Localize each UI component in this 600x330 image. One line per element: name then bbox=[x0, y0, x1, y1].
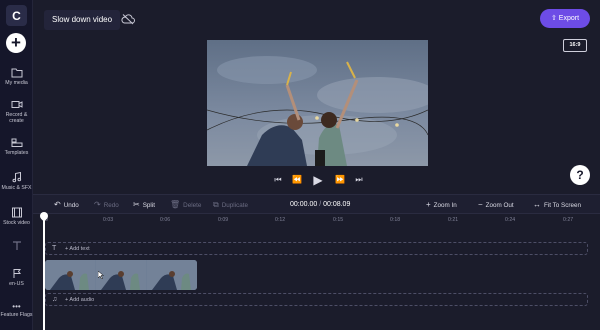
music-icon bbox=[12, 172, 21, 183]
sidebar-item-stock-video[interactable]: Stock video bbox=[0, 207, 33, 226]
fast-forward-button[interactable]: ⏩ bbox=[333, 173, 347, 187]
fit-to-screen-label: Fit To Screen bbox=[544, 202, 581, 209]
delete-button[interactable]: 🗑 Delete bbox=[170, 195, 201, 215]
redo-label: Redo bbox=[103, 202, 119, 209]
upload-icon: ⇧ bbox=[550, 15, 559, 22]
music-note-icon: ♫ bbox=[52, 296, 58, 303]
ruler-tick: 0:09 bbox=[218, 217, 229, 223]
ruler-tick: 0:24 bbox=[505, 217, 516, 223]
cloud-sync-icon bbox=[121, 14, 135, 25]
sidebar-item-label: My media bbox=[5, 80, 28, 86]
ruler-tick: 0:27 bbox=[563, 217, 574, 223]
sidebar-item-record[interactable]: Record & create bbox=[0, 99, 33, 124]
sidebar-item-my-media[interactable]: My media bbox=[0, 67, 33, 86]
undo-icon: ↶ bbox=[54, 200, 61, 209]
add-text-label: + Add text bbox=[65, 246, 90, 252]
clip-thumbnails bbox=[45, 260, 197, 290]
rewind-icon: ⏪ bbox=[292, 175, 302, 184]
zoom-in-label: Zoom In bbox=[433, 202, 457, 209]
app-logo[interactable]: C bbox=[6, 5, 27, 26]
add-audio-track[interactable]: ♫ + Add audio bbox=[45, 293, 588, 306]
redo-button[interactable]: ↷ Redo bbox=[94, 195, 119, 215]
add-text-track[interactable]: T + Add text bbox=[45, 242, 588, 255]
video-clip[interactable] bbox=[45, 260, 197, 290]
play-icon: ▶ bbox=[313, 173, 323, 187]
current-time: 00:00.00 bbox=[290, 201, 318, 208]
zoom-out-label: Zoom Out bbox=[485, 202, 514, 209]
fit-to-screen-button[interactable]: ↔ Fit To Screen bbox=[533, 195, 581, 215]
ruler-tick: 0:15 bbox=[333, 217, 344, 223]
duplicate-button[interactable]: ⧉ Duplicate bbox=[213, 195, 248, 215]
split-label: Split bbox=[142, 202, 155, 209]
zoom-out-button[interactable]: − Zoom Out bbox=[478, 195, 514, 215]
flag-icon bbox=[13, 269, 21, 278]
redo-icon: ↷ bbox=[94, 200, 101, 209]
scissors-icon: ✂ bbox=[133, 200, 140, 209]
sidebar-item-label: Music & SFX bbox=[1, 185, 32, 191]
sidebar-item-label: Record & create bbox=[5, 112, 28, 124]
sidebar-item-templates[interactable]: Templates bbox=[0, 137, 33, 156]
more-icon: ••• bbox=[12, 302, 21, 311]
fit-icon: ↔ bbox=[533, 200, 541, 209]
time-display: 00:00.00 / 00:08.09 bbox=[290, 195, 350, 215]
duplicate-label: Duplicate bbox=[221, 202, 248, 209]
video-preview[interactable] bbox=[207, 40, 428, 166]
add-media-button[interactable]: + bbox=[6, 33, 26, 53]
logo-letter: C bbox=[12, 8, 21, 23]
video-frame-image bbox=[207, 40, 428, 166]
sidebar-item-label: Templates bbox=[4, 150, 29, 156]
duplicate-icon: ⧉ bbox=[213, 200, 219, 209]
help-button[interactable]: ? bbox=[570, 165, 590, 185]
sidebar-item-label: Stock video bbox=[3, 220, 30, 226]
aspect-ratio-button[interactable]: 16:9 bbox=[563, 39, 587, 52]
fast-forward-icon: ⏩ bbox=[335, 175, 345, 184]
sidebar-item-label: Feature Flags bbox=[0, 312, 33, 318]
play-button[interactable]: ▶ bbox=[311, 173, 325, 187]
ruler-tick: 0:03 bbox=[103, 217, 114, 223]
project-title[interactable]: Slow down video bbox=[44, 10, 121, 30]
delete-label: Delete bbox=[183, 202, 202, 209]
skip-end-icon: ⏭ bbox=[355, 175, 363, 184]
sidebar-item-language[interactable]: en-US bbox=[0, 268, 33, 287]
split-button[interactable]: ✂ Split bbox=[133, 195, 155, 215]
timeline-ruler[interactable]: 0 0:03 0:06 0:09 0:12 0:15 0:18 0:21 0:2… bbox=[33, 214, 600, 228]
camera-icon bbox=[11, 101, 22, 108]
trash-icon: 🗑 bbox=[170, 200, 181, 209]
sidebar: C + My media Record & create Templates M… bbox=[0, 0, 33, 330]
skip-start-icon: ⏮ bbox=[274, 175, 282, 184]
undo-label: Undo bbox=[63, 202, 79, 209]
ruler-tick: 0:21 bbox=[448, 217, 459, 223]
sidebar-item-label: en-US bbox=[9, 281, 24, 287]
templates-icon bbox=[11, 138, 22, 147]
folder-icon bbox=[11, 68, 22, 78]
ruler-tick: 0:06 bbox=[160, 217, 171, 223]
playhead[interactable] bbox=[43, 213, 45, 330]
rewind-button[interactable]: ⏪ bbox=[290, 173, 304, 187]
sidebar-item-feature-flags[interactable]: ••• Feature Flags bbox=[0, 302, 33, 319]
skip-to-end-button[interactable]: ⏭ bbox=[352, 173, 366, 187]
text-icon bbox=[12, 241, 21, 250]
timeline-toolbar: ↶ Undo ↷ Redo ✂ Split 🗑 Delete ⧉ Duplicate 00… bbox=[33, 194, 600, 214]
text-icon: T bbox=[52, 245, 57, 252]
undo-button[interactable]: ↶ Undo bbox=[54, 195, 79, 215]
plus-icon: + bbox=[426, 200, 431, 209]
ruler-tick: 0:12 bbox=[275, 217, 286, 223]
film-icon bbox=[11, 207, 22, 218]
total-duration: 00:08.09 bbox=[323, 201, 351, 208]
minus-icon: − bbox=[478, 200, 483, 209]
sidebar-item-text[interactable] bbox=[0, 240, 33, 251]
export-label: Export bbox=[558, 15, 580, 22]
ruler-tick: 0:18 bbox=[390, 217, 401, 223]
skip-to-start-button[interactable]: ⏮ bbox=[271, 173, 285, 187]
export-button[interactable]: ⇧ Export bbox=[540, 9, 590, 28]
mouse-cursor-icon bbox=[98, 271, 104, 279]
sidebar-item-music[interactable]: Music & SFX bbox=[0, 172, 33, 191]
add-audio-label: + Add audio bbox=[65, 297, 95, 303]
zoom-in-button[interactable]: + Zoom In bbox=[426, 195, 457, 215]
